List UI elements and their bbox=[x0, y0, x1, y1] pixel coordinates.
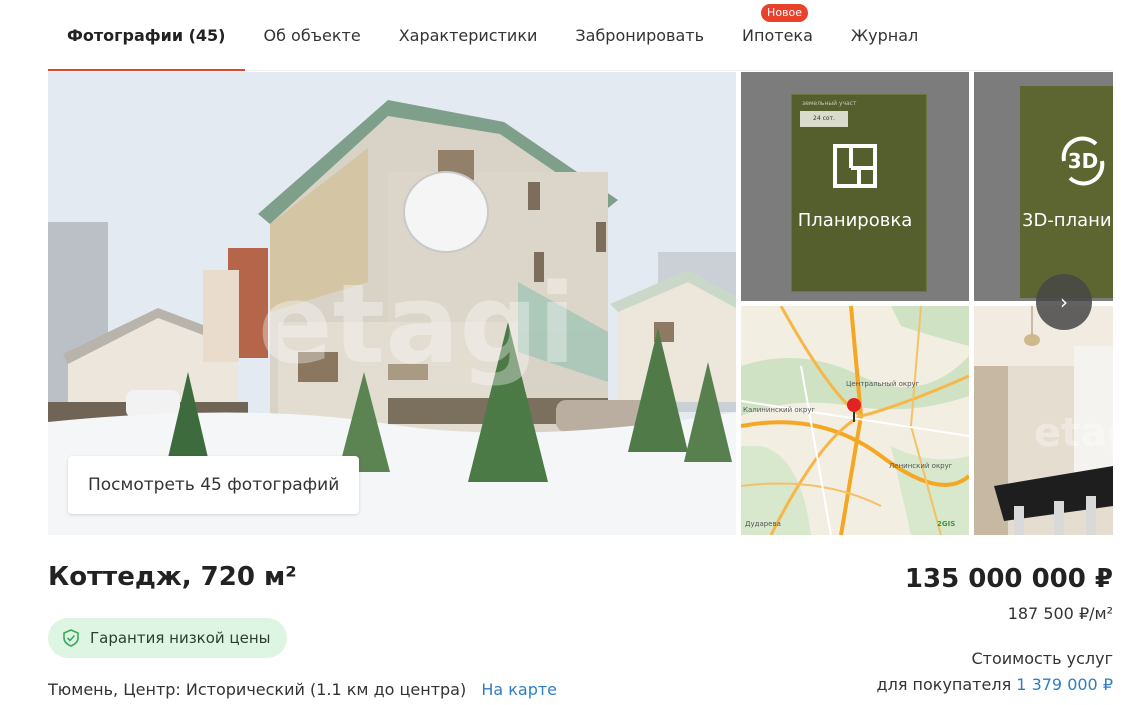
listing-title: Коттедж, 720 м² bbox=[48, 562, 297, 592]
3d-icon-label: 3D bbox=[1067, 149, 1099, 173]
address-text: Тюмень, Центр: Исторический (1.1 км до ц… bbox=[48, 680, 467, 699]
map-label-dudareva: Дударева bbox=[745, 520, 781, 528]
tab-book-label: Забронировать bbox=[575, 25, 705, 45]
interior-photo-illustration: etagi bbox=[974, 306, 1113, 535]
floor-plan-card: земельный участ 24 сот. bbox=[791, 94, 927, 292]
thumb-interior[interactable]: etagi bbox=[974, 306, 1113, 535]
main-photo[interactable]: etagi Посмотреть 45 фотографий bbox=[48, 72, 736, 535]
tab-mortgage[interactable]: Ипотека Новое bbox=[723, 0, 832, 70]
section-tabs: Фотографии (45) Об объекте Характеристик… bbox=[48, 0, 1113, 71]
shield-check-icon bbox=[63, 629, 79, 647]
gallery-next-button[interactable]: › bbox=[1036, 274, 1092, 330]
map-label-kalininsky: Калининский округ bbox=[743, 406, 815, 414]
map-illustration: Центральный округ Калининский округ Лени… bbox=[741, 306, 969, 535]
address-line: Тюмень, Центр: Исторический (1.1 км до ц… bbox=[48, 680, 557, 699]
plan-card-value: 24 сот. bbox=[800, 111, 848, 127]
tab-photos[interactable]: Фотографии (45) bbox=[48, 0, 245, 71]
service-cost-line2: для покупателя 1 379 000 ₽ bbox=[877, 672, 1113, 698]
service-cost-label-2: для покупателя bbox=[876, 675, 1012, 694]
tab-journal[interactable]: Журнал bbox=[832, 0, 937, 70]
3d-icon: 3D bbox=[1056, 134, 1110, 188]
plan-3d-label: 3D-планир bbox=[1022, 210, 1113, 231]
tab-photos-label: Фотографии (45) bbox=[67, 25, 226, 45]
svg-text:etagi: etagi bbox=[1034, 410, 1113, 456]
service-cost-value[interactable]: 1 379 000 ₽ bbox=[1016, 675, 1113, 694]
buyer-service-cost: Стоимость услуг для покупателя 1 379 000… bbox=[877, 646, 1113, 698]
floor-plan-icon bbox=[833, 144, 877, 188]
map-label-leninsky: Ленинский округ bbox=[889, 462, 953, 470]
floor-plan-3d-card bbox=[1020, 86, 1113, 298]
thumb-3d-plan[interactable]: 3D 3D-планир bbox=[974, 72, 1113, 301]
tab-about[interactable]: Об объекте bbox=[245, 0, 380, 70]
guarantee-label: Гарантия низкой цены bbox=[90, 629, 271, 647]
chevron-right-icon: › bbox=[1060, 290, 1068, 314]
on-map-link[interactable]: На карте bbox=[481, 680, 557, 699]
tab-characteristics[interactable]: Характеристики bbox=[380, 0, 557, 70]
svg-text:etagi: etagi bbox=[258, 260, 576, 388]
view-all-photos-button[interactable]: Посмотреть 45 фотографий bbox=[68, 456, 360, 514]
floor-plan-label: Планировка bbox=[797, 210, 913, 231]
tab-book[interactable]: Забронировать bbox=[556, 0, 723, 70]
map-provider-logo: 2GIS bbox=[937, 520, 955, 528]
thumb-floor-plan[interactable]: земельный участ 24 сот. Планировка bbox=[741, 72, 969, 301]
tab-about-label: Об объекте bbox=[263, 25, 361, 45]
map-label-central: Центральный округ bbox=[846, 380, 920, 388]
new-badge: Новое bbox=[761, 4, 809, 22]
tab-mortgage-label: Ипотека bbox=[742, 25, 813, 45]
low-price-guarantee-badge[interactable]: Гарантия низкой цены bbox=[48, 618, 287, 658]
plan-card-heading: земельный участ bbox=[802, 100, 857, 107]
service-cost-label: Стоимость услуг bbox=[971, 649, 1113, 668]
price-per-square-meter: 187 500 ₽/м² bbox=[1007, 604, 1113, 623]
tab-journal-label: Журнал bbox=[850, 25, 919, 45]
thumb-map[interactable]: Центральный округ Калининский округ Лени… bbox=[741, 306, 969, 535]
price: 135 000 000 ₽ bbox=[904, 564, 1113, 594]
tab-characteristics-label: Характеристики bbox=[398, 25, 538, 45]
